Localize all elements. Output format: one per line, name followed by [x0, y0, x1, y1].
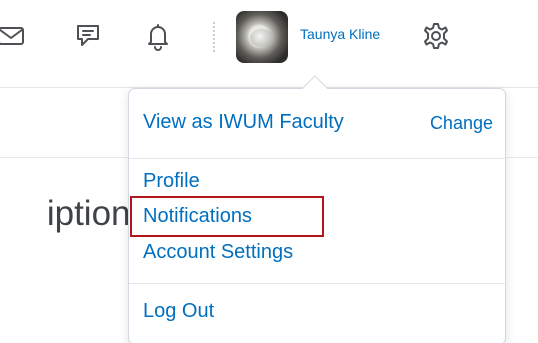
- account-settings-link[interactable]: Account Settings: [143, 241, 293, 264]
- logout-link[interactable]: Log Out: [143, 300, 214, 323]
- gear-icon[interactable]: [418, 18, 454, 54]
- top-navigation-bar: Taunya Kline: [0, 0, 538, 72]
- email-icon[interactable]: [0, 18, 30, 54]
- toolbar-separator: [213, 22, 215, 52]
- message-alerts-icon[interactable]: [70, 18, 106, 54]
- menu-divider: [129, 283, 505, 284]
- notifications-highlight-box: [130, 196, 324, 237]
- notification-bell-icon[interactable]: [140, 18, 176, 54]
- role-label: View as IWUM Faculty: [143, 111, 344, 133]
- profile-link[interactable]: Profile: [143, 170, 200, 193]
- menu-divider: [129, 158, 505, 159]
- user-avatar[interactable]: [236, 11, 288, 63]
- user-name-link[interactable]: Taunya Kline: [300, 26, 380, 42]
- change-role-link[interactable]: Change: [430, 113, 493, 134]
- page-title: iptions: [46, 194, 140, 233]
